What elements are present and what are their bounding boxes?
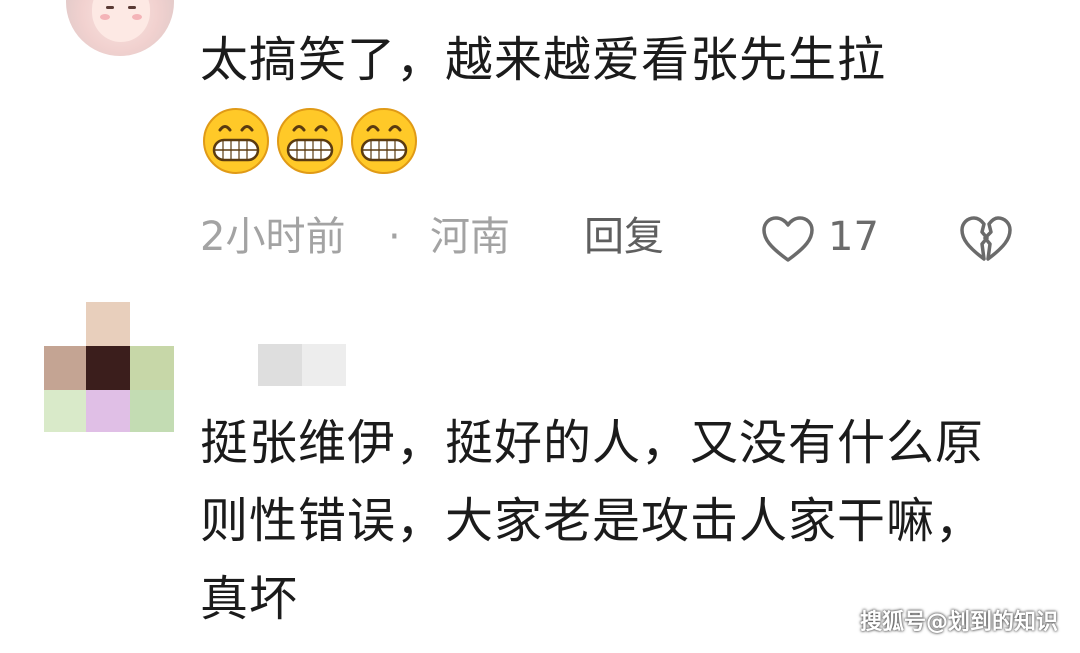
grinning-face-icon [277, 108, 343, 174]
comment-1-emoji-row [201, 106, 419, 176]
reply-button[interactable]: 回复 [584, 208, 664, 266]
watermark: 搜狐号@划到的知识 [859, 610, 1058, 635]
redaction-block [258, 344, 302, 386]
avatar-mosaic-tile [44, 390, 86, 432]
commenter-avatar-1[interactable] [66, 0, 174, 56]
comment-1-text: 太搞笑了，越来越爱看张先生拉 [200, 32, 887, 88]
like-count: 17 [828, 214, 879, 260]
avatar-cheek-right [132, 14, 142, 20]
heart-icon [762, 216, 814, 262]
comment-1-time: 2小时前 [200, 214, 346, 260]
comment-2-text: 挺张维伊，挺好的人，又没有什么原则性错误，大家老是攻击人家干嘛，真坏 [200, 415, 985, 627]
redaction-block [302, 344, 346, 386]
avatar-eye-left [106, 6, 114, 9]
comment-1-meta-row: 2小时前 · 河南 回复 17 [200, 208, 1020, 266]
avatar-mosaic-tile [86, 390, 130, 432]
avatar-mosaic-tile [86, 302, 130, 346]
avatar-cheek-left [100, 14, 110, 20]
commenter-avatar-2[interactable] [44, 302, 174, 432]
avatar-face [92, 0, 150, 42]
grinning-face-icon [351, 108, 417, 174]
comment-1-location: 河南 [430, 214, 510, 260]
grinning-face-icon [203, 108, 269, 174]
like-button[interactable]: 17 [760, 214, 890, 264]
username-redacted[interactable] [258, 344, 346, 386]
avatar-mosaic-tile [86, 346, 130, 390]
avatar-mosaic-tile [44, 346, 86, 390]
broken-heart-icon[interactable] [958, 214, 1014, 264]
avatar-eye-right [128, 6, 136, 9]
avatar-mosaic-tile [130, 390, 174, 432]
meta-separator: · [388, 214, 401, 260]
avatar-mosaic-tile [130, 346, 174, 390]
